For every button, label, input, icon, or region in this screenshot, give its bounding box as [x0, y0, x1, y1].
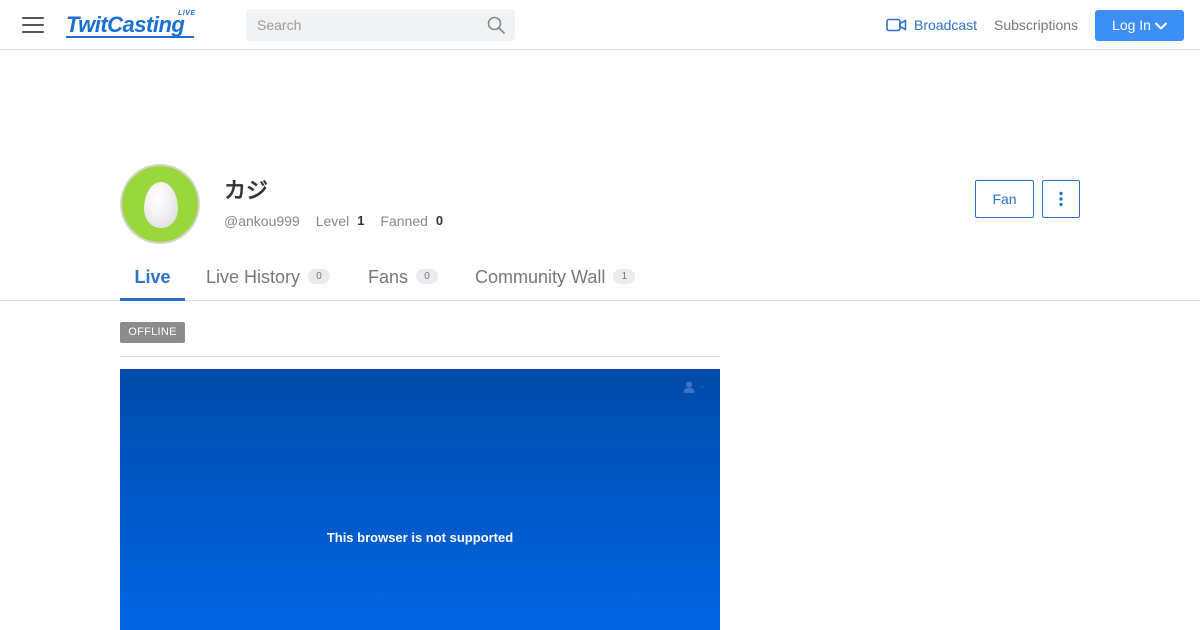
- player-message: This browser is not supported: [326, 530, 514, 545]
- logo-underline: [66, 36, 194, 38]
- tab-fans-label: Fans: [368, 267, 409, 287]
- more-options-button[interactable]: [1042, 180, 1080, 218]
- profile-tabs: Live Live History 0 Fans 0 Community Wal…: [0, 258, 1200, 301]
- user-handle: @ankou999: [224, 213, 300, 229]
- tab-live-history-label: Live History: [206, 267, 301, 287]
- video-camera-icon: [886, 18, 907, 32]
- person-icon: [683, 381, 695, 393]
- logo-text: TwitCasting: [66, 12, 185, 37]
- fan-button[interactable]: Fan: [975, 180, 1034, 218]
- viewer-count: -: [683, 381, 704, 393]
- tab-community-wall-label: Community Wall: [475, 267, 606, 287]
- video-player[interactable]: - This browser is not supported: [120, 369, 720, 630]
- search-icon[interactable]: [487, 16, 505, 34]
- chevron-down-icon: [1154, 22, 1167, 29]
- fanned-value: 0: [435, 213, 444, 228]
- broadcast-label: Broadcast: [914, 17, 978, 33]
- divider: [120, 356, 720, 357]
- tab-fans[interactable]: Fans 0: [368, 258, 439, 301]
- egg-icon: [144, 182, 178, 228]
- tab-live[interactable]: Live: [120, 258, 185, 301]
- viewer-count-value: -: [700, 381, 704, 393]
- profile-meta: @ankou999 Level 1 Fanned 0: [224, 212, 443, 230]
- fanned-label: Fanned: [380, 213, 428, 229]
- status-badge: OFFLINE: [120, 322, 185, 343]
- tab-count-badge: 0: [416, 269, 439, 284]
- user-name: カジ: [224, 179, 269, 204]
- logo-live-badge: LIVE: [178, 10, 196, 17]
- tab-live-history[interactable]: Live History 0: [206, 258, 331, 301]
- fan-button-label: Fan: [992, 191, 1017, 207]
- logo[interactable]: LIVE TwitCasting: [66, 10, 195, 40]
- tab-community-wall[interactable]: Community Wall 1: [475, 258, 636, 301]
- vertical-ellipsis-icon: [1059, 191, 1063, 207]
- login-button[interactable]: Log In: [1095, 10, 1184, 41]
- tab-live-label: Live: [134, 267, 171, 287]
- tab-count-badge: 0: [308, 269, 331, 284]
- broadcast-link[interactable]: Broadcast: [886, 16, 977, 34]
- tab-count-badge: 1: [613, 269, 636, 284]
- subscriptions-link[interactable]: Subscriptions: [994, 16, 1078, 34]
- level-label: Level: [315, 213, 350, 229]
- level-value: 1: [357, 213, 365, 228]
- search-input[interactable]: [246, 9, 476, 41]
- search-box: [246, 9, 515, 41]
- menu-icon[interactable]: [22, 16, 44, 34]
- top-header: LIVE TwitCasting Broadcast Subscriptions…: [0, 0, 1200, 50]
- login-label: Log In: [1112, 17, 1151, 33]
- avatar[interactable]: [120, 164, 200, 244]
